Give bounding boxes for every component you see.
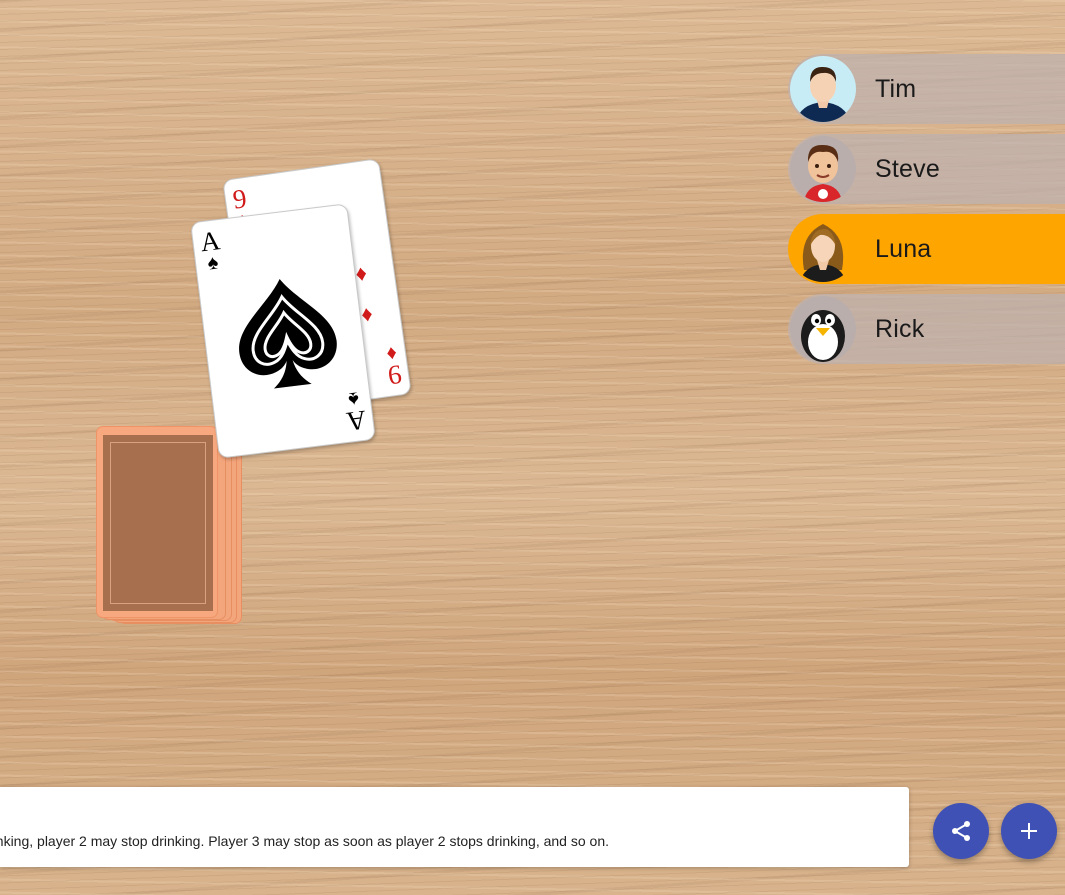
penguin-avatar-icon [790,296,856,362]
card-back-pattern [103,435,213,611]
played-card-ace-of-spades: A ♠ A ♠ [190,203,376,459]
player-steve[interactable]: Steve [788,134,1065,204]
plus-icon [1021,823,1037,839]
game-table: Tim Steve Luna Rick 9 ♦ ♦ 9 ♦ A ♠ A ♠ in… [0,0,1065,895]
player-name: Luna [875,234,932,263]
player-rick[interactable]: Rick [788,294,1065,364]
rule-description-box: inking, player 2 may stop drinking. Play… [0,787,909,867]
card-corner: 9 ♦ [383,342,403,391]
share-button[interactable] [933,803,989,859]
share-icon [952,821,970,841]
player-name: Tim [875,74,917,103]
player-name: Steve [875,154,940,183]
cartoon-boy-avatar-icon [790,136,856,202]
card-rank: A [344,404,368,437]
add-button[interactable] [1001,803,1057,859]
card-corner: A ♠ [342,387,368,437]
player-name: Rick [875,314,925,343]
deck-top-card-back[interactable] [96,426,218,618]
player-list: Tim Steve Luna Rick [788,54,1065,374]
rule-text: inking, player 2 may stop drinking. Play… [0,833,609,849]
man-avatar-icon [790,56,856,122]
card-corner: A ♠ [199,225,224,274]
woman-avatar-icon [790,216,856,282]
large-spade-icon [239,279,337,389]
player-luna[interactable]: Luna [788,214,1065,284]
player-tim[interactable]: Tim [788,54,1065,124]
